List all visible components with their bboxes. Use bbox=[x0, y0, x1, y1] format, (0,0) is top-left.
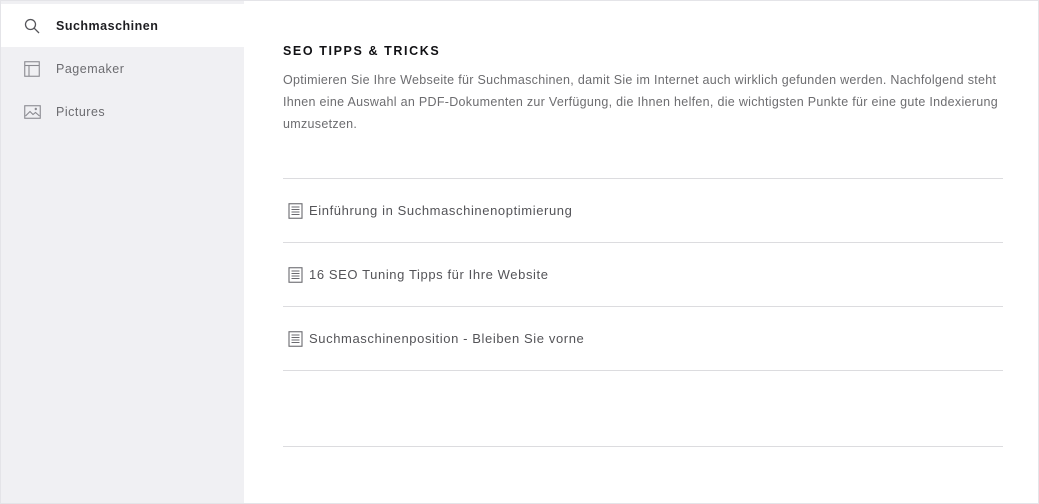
sidebar-item-label: Pagemaker bbox=[56, 61, 125, 76]
list-item[interactable]: 16 SEO Tuning Tipps für Ihre Website bbox=[283, 243, 1003, 307]
document-icon bbox=[288, 266, 303, 283]
list-item[interactable]: Einführung in Suchmaschinenoptimierung bbox=[283, 179, 1003, 243]
document-link[interactable]: Suchmaschinenposition - Bleiben Sie vorn… bbox=[309, 331, 584, 346]
page-description: Optimieren Sie Ihre Webseite für Suchmas… bbox=[283, 73, 999, 131]
document-link[interactable]: Einführung in Suchmaschinenoptimierung bbox=[309, 203, 572, 218]
list-item[interactable]: Suchmaschinenposition - Bleiben Sie vorn… bbox=[283, 307, 1003, 371]
sidebar-item-label: Pictures bbox=[56, 104, 106, 119]
app-window: Suchmaschinen Pagemaker Pictures SEO TIP… bbox=[0, 0, 1039, 504]
image-icon bbox=[23, 103, 41, 121]
main-content: SEO TIPPS & TRICKS Optimieren Sie Ihre W… bbox=[244, 1, 1039, 503]
sidebar-item-suchmaschinen[interactable]: Suchmaschinen bbox=[1, 4, 244, 47]
document-link[interactable]: 16 SEO Tuning Tipps für Ihre Website bbox=[309, 267, 549, 282]
document-list: Einführung in Suchmaschinenoptimierung 1… bbox=[283, 178, 1003, 371]
document-icon bbox=[288, 202, 303, 219]
sidebar: Suchmaschinen Pagemaker Pictures bbox=[1, 1, 244, 503]
page-title: SEO TIPPS & TRICKS bbox=[283, 44, 441, 58]
search-icon bbox=[23, 17, 41, 35]
sidebar-item-pictures[interactable]: Pictures bbox=[1, 90, 244, 133]
sidebar-item-pagemaker[interactable]: Pagemaker bbox=[1, 47, 244, 90]
layout-icon bbox=[23, 60, 41, 78]
sidebar-item-label: Suchmaschinen bbox=[56, 18, 159, 33]
document-icon bbox=[288, 330, 303, 347]
divider bbox=[283, 446, 1003, 447]
